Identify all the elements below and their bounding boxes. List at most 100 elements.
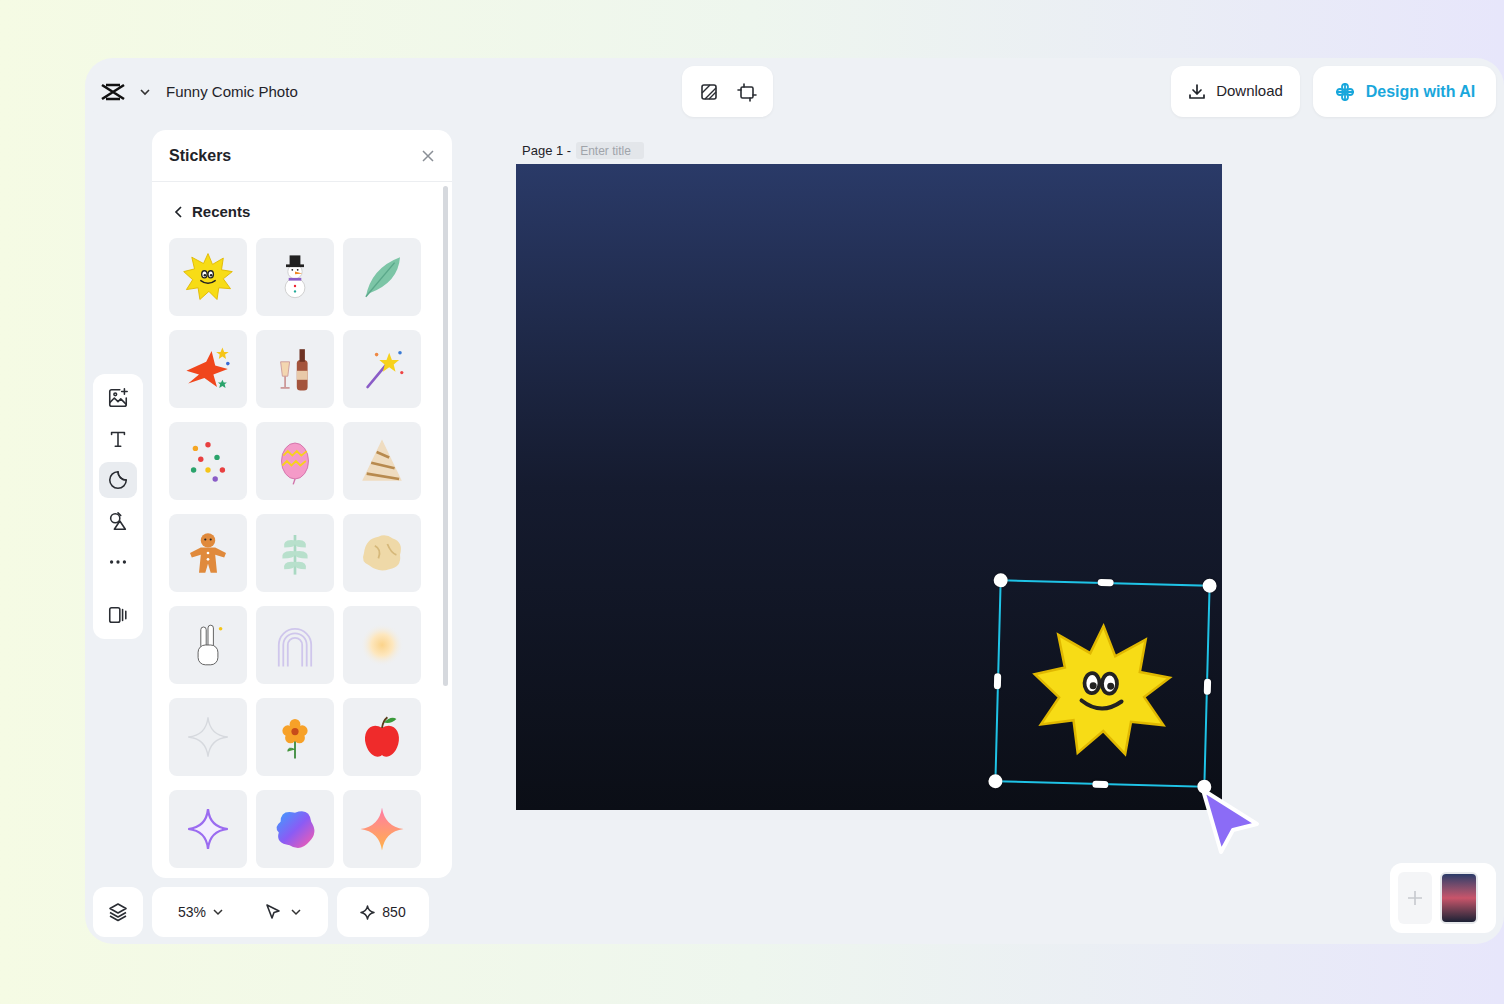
document-menu[interactable]: Funny Comic Photo bbox=[90, 68, 314, 116]
rail-icon-slot bbox=[107, 551, 129, 573]
sticker-tile[interactable] bbox=[256, 698, 334, 776]
sticker-icon bbox=[107, 469, 129, 491]
resize-handle[interactable] bbox=[993, 573, 1007, 587]
panel-title: Stickers bbox=[169, 144, 231, 168]
scrollbar-thumb[interactable] bbox=[443, 186, 448, 686]
download-icon bbox=[1188, 83, 1206, 101]
sticker-tile[interactable] bbox=[343, 514, 421, 592]
tool-rail bbox=[93, 374, 143, 639]
design-with-ai-label: Design with AI bbox=[1366, 80, 1476, 104]
zoom-menu[interactable]: 53% bbox=[178, 902, 224, 923]
sticker-tile[interactable] bbox=[169, 606, 247, 684]
rail-button[interactable] bbox=[99, 597, 137, 633]
gingerbread-sticker-icon bbox=[181, 526, 235, 580]
sticker-tile[interactable] bbox=[169, 422, 247, 500]
back-row[interactable]: Recents bbox=[152, 182, 452, 238]
pages-panel bbox=[1390, 863, 1496, 933]
sparkler-sticker-icon bbox=[355, 342, 409, 396]
confetti-sticker-icon bbox=[181, 434, 235, 488]
background-icon[interactable] bbox=[699, 82, 719, 102]
zoom-controls: 53% bbox=[152, 887, 328, 937]
design-canvas[interactable] bbox=[516, 164, 1222, 810]
rail-button[interactable] bbox=[99, 544, 137, 580]
leaf-sticker-icon bbox=[268, 526, 322, 580]
sticker-tile[interactable] bbox=[343, 330, 421, 408]
rail-icon-slot bbox=[107, 428, 129, 450]
page-thumbnail[interactable] bbox=[1440, 872, 1478, 924]
credits-button[interactable]: 850 bbox=[337, 887, 429, 937]
canvas-toolbar bbox=[682, 66, 773, 117]
gradient-star-sticker-icon bbox=[355, 802, 409, 856]
outline-sparkle-sticker-icon bbox=[181, 710, 235, 764]
sticker-tile[interactable] bbox=[256, 422, 334, 500]
document-title[interactable]: Funny Comic Photo bbox=[166, 81, 298, 104]
plus-icon bbox=[1405, 888, 1425, 908]
credits-count: 850 bbox=[382, 902, 405, 923]
pointer-icon bbox=[264, 903, 282, 921]
back-chevron-icon bbox=[174, 206, 184, 218]
zoom-level: 53% bbox=[178, 902, 206, 923]
layers-icon bbox=[108, 902, 128, 922]
flower-sticker-icon bbox=[268, 710, 322, 764]
rail-icon-slot bbox=[107, 469, 129, 491]
feather-sticker-icon bbox=[355, 250, 409, 304]
back-label: Recents bbox=[192, 201, 250, 224]
sparkle-icon bbox=[360, 905, 375, 920]
sticker-tile[interactable] bbox=[343, 606, 421, 684]
rainbow-sticker-icon bbox=[268, 618, 322, 672]
page-title-input[interactable] bbox=[576, 142, 644, 159]
chevron-down-icon bbox=[138, 85, 152, 99]
sticker-tile[interactable] bbox=[343, 238, 421, 316]
stickers-panel: Stickers Recents bbox=[152, 130, 452, 878]
purple-sparkle-sticker-icon bbox=[181, 802, 235, 856]
rail-icon-slot bbox=[107, 604, 129, 626]
rail-button[interactable] bbox=[99, 503, 137, 539]
sticker-tile[interactable] bbox=[169, 330, 247, 408]
peace-sticker-icon bbox=[181, 618, 235, 672]
rail-icon-slot bbox=[107, 510, 129, 532]
layers-button[interactable] bbox=[93, 887, 143, 937]
sticker-tile[interactable] bbox=[256, 790, 334, 868]
edge-handle[interactable] bbox=[1098, 579, 1114, 586]
rock-sticker-icon bbox=[355, 526, 409, 580]
sticker-tile[interactable] bbox=[169, 790, 247, 868]
selected-sticker[interactable] bbox=[994, 579, 1210, 787]
download-button[interactable]: Download bbox=[1171, 66, 1300, 117]
add-image-icon bbox=[107, 387, 129, 409]
sticker-tile[interactable] bbox=[256, 606, 334, 684]
text-tool-icon bbox=[107, 428, 129, 450]
pointer-menu[interactable] bbox=[264, 903, 302, 921]
panel-header: Stickers bbox=[152, 130, 452, 182]
edge-handle[interactable] bbox=[1204, 679, 1211, 695]
rail-button[interactable] bbox=[99, 421, 137, 457]
ai-design-icon bbox=[1334, 81, 1356, 103]
rail-icon-slot bbox=[107, 387, 129, 409]
sticker-tile[interactable] bbox=[256, 330, 334, 408]
apple-sticker-icon bbox=[355, 710, 409, 764]
snowman-sticker-icon bbox=[268, 250, 322, 304]
resize-icon[interactable] bbox=[737, 82, 757, 102]
burst-sticker-icon bbox=[181, 342, 235, 396]
edge-handle[interactable] bbox=[1092, 781, 1108, 788]
add-page-button[interactable] bbox=[1398, 872, 1432, 924]
edge-handle[interactable] bbox=[994, 673, 1001, 689]
close-icon[interactable] bbox=[421, 149, 435, 163]
design-with-ai-button[interactable]: Design with AI bbox=[1313, 66, 1496, 117]
sticker-tile[interactable] bbox=[256, 514, 334, 592]
egg-sticker-icon bbox=[268, 434, 322, 488]
rail-button[interactable] bbox=[99, 462, 137, 498]
sticker-tile[interactable] bbox=[256, 238, 334, 316]
sticker-tile[interactable] bbox=[343, 698, 421, 776]
sticker-tile[interactable] bbox=[343, 790, 421, 868]
sticker-grid bbox=[152, 238, 452, 868]
download-label: Download bbox=[1216, 80, 1283, 103]
mouse-cursor-icon bbox=[1197, 786, 1263, 858]
sticker-tile[interactable] bbox=[169, 698, 247, 776]
screen: Funny Comic Photo Download Design with AI S… bbox=[0, 0, 1504, 1004]
page-label-row: Page 1 - bbox=[522, 141, 644, 161]
sticker-tile[interactable] bbox=[169, 238, 247, 316]
capcut-logo-icon bbox=[100, 82, 126, 102]
sticker-tile[interactable] bbox=[343, 422, 421, 500]
sticker-tile[interactable] bbox=[169, 514, 247, 592]
rail-button[interactable] bbox=[99, 380, 137, 416]
